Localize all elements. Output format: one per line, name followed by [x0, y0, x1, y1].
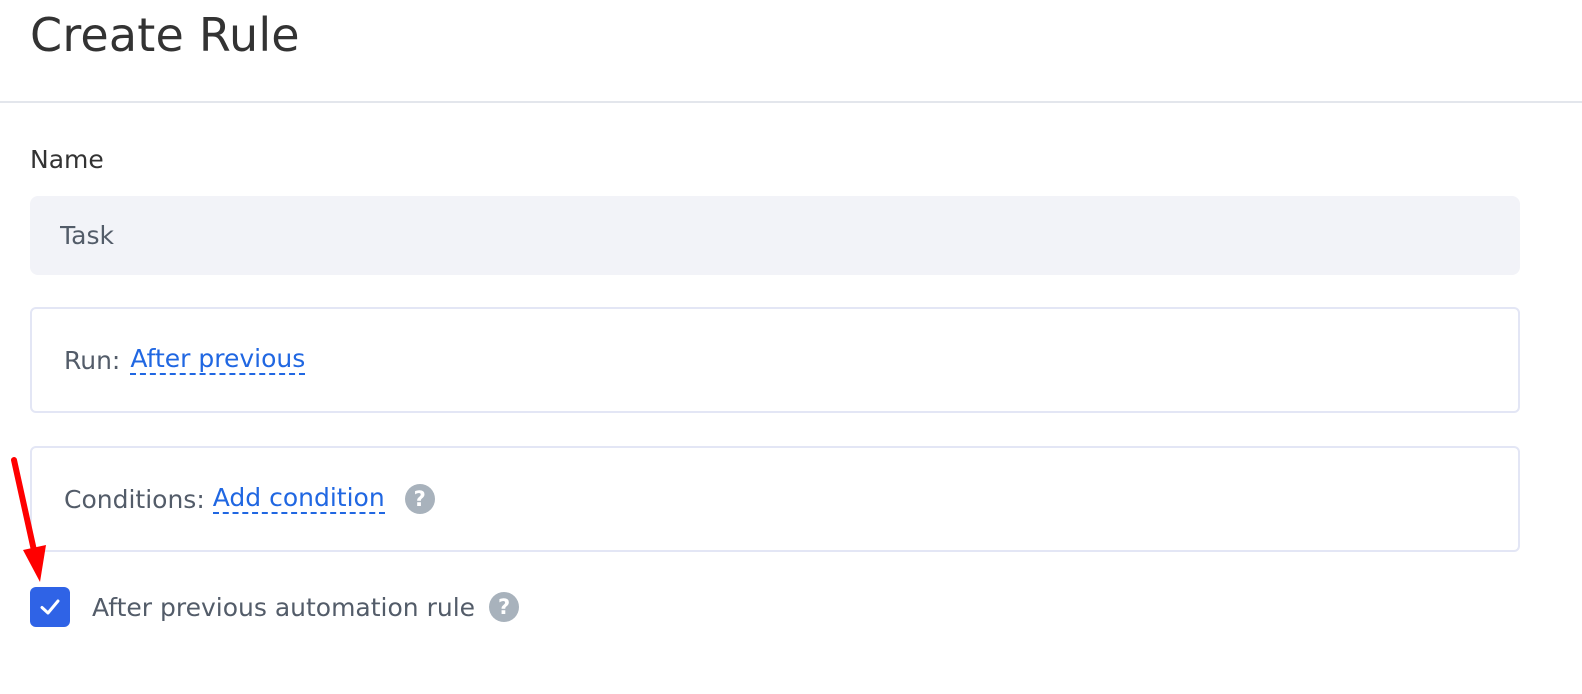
after-previous-option: After previous automation rule ?: [92, 589, 520, 625]
after-previous-label: After previous automation rule: [92, 592, 476, 622]
conditions-box: Conditions: Add condition ?: [30, 446, 1520, 552]
conditions-label: Conditions:: [64, 484, 205, 514]
name-label: Name: [30, 145, 104, 174]
arrow-icon: [11, 457, 46, 582]
run-label: Run:: [64, 345, 121, 375]
run-box: Run: After previous: [30, 307, 1520, 413]
name-input[interactable]: [30, 196, 1520, 275]
after-previous-checkbox[interactable]: [30, 587, 70, 627]
after-previous-help-icon[interactable]: ?: [489, 592, 520, 622]
page-title: Create Rule: [30, 8, 300, 62]
run-mode-link[interactable]: After previous: [130, 344, 306, 376]
page-header: Create Rule: [0, 0, 1582, 103]
check-icon: [40, 599, 60, 615]
add-condition-link[interactable]: Add condition: [212, 483, 385, 515]
conditions-help-icon[interactable]: ?: [404, 484, 435, 514]
